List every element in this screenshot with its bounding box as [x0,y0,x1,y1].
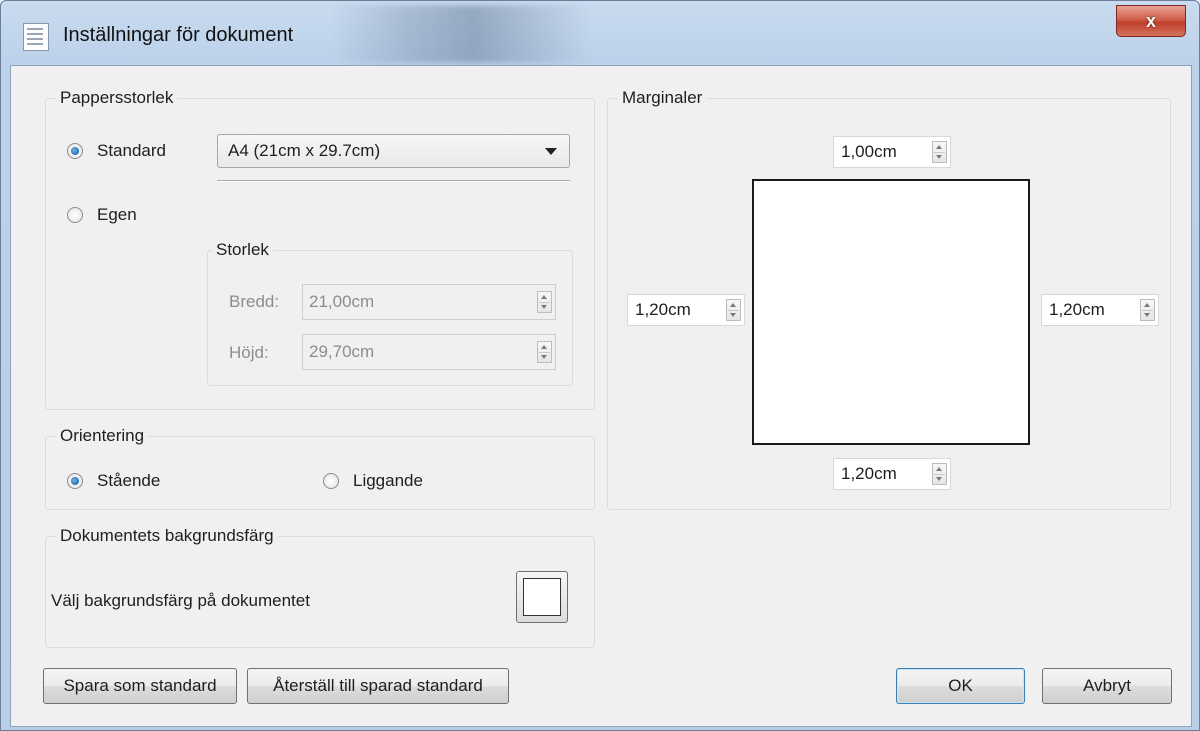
window-title: Inställningar för dokument [63,24,294,46]
width-spinner-arrows-icon[interactable] [537,291,552,313]
top-margin-spinbox[interactable]: 1,00cm [833,136,951,168]
top-margin-value: 1,00cm [841,142,897,161]
height-spinner-arrows-icon[interactable] [537,341,552,363]
margins-group-label: Marginaler [618,88,707,108]
size-subgroup-label: Storlek [212,240,273,260]
background-color-prompt: Välj bakgrundsfärg på dokumentet [51,591,310,610]
left-margin-spinner-arrows-icon[interactable] [726,299,741,321]
bottom-margin-value: 1,20cm [841,464,897,483]
restore-saved-default-button[interactable]: Återställ till sparad standard [247,668,509,704]
landscape-radio-button[interactable] [323,473,339,489]
background-color-button[interactable] [516,571,568,623]
right-margin-value: 1,20cm [1049,300,1105,319]
standard-radio-option[interactable]: Standard [67,138,166,164]
document-icon [23,23,49,51]
paper-size-group-label: Pappersstorlek [56,88,178,108]
width-value: 21,00cm [309,292,375,311]
height-label: Höjd: [229,343,269,362]
portrait-radio-option[interactable]: Stående [67,468,160,494]
width-spinbox[interactable]: 21,00cm [302,284,556,320]
bottom-margin-spinbox[interactable]: 1,20cm [833,458,951,490]
right-margin-spinbox[interactable]: 1,20cm [1041,294,1159,326]
paper-size-dropdown-value: A4 (21cm x 29.7cm) [228,141,381,160]
top-margin-spinner-arrows-icon[interactable] [932,141,947,163]
custom-radio-label[interactable]: Egen [97,205,137,225]
paper-size-dropdown[interactable]: A4 (21cm x 29.7cm) [217,134,570,168]
dialog-body: Pappersstorlek Standard A4 (21cm x 29.7c… [10,65,1192,727]
page-preview [752,179,1030,445]
standard-radio-button[interactable] [67,143,83,159]
cancel-button[interactable]: Avbryt [1042,668,1172,704]
portrait-radio-label[interactable]: Stående [97,471,160,491]
custom-radio-option[interactable]: Egen [67,202,137,228]
standard-radio-label[interactable]: Standard [97,141,166,161]
landscape-radio-label[interactable]: Liggande [353,471,423,491]
paper-size-separator [217,180,570,182]
close-button[interactable]: x [1116,5,1186,37]
title-bar[interactable]: Inställningar för dokument x [1,1,1199,73]
dialog-window: Inställningar för dokument x Pappersstor… [0,0,1200,731]
portrait-radio-button[interactable] [67,473,83,489]
height-spinbox[interactable]: 29,70cm [302,334,556,370]
chevron-down-icon [545,148,557,155]
height-value: 29,70cm [309,342,375,361]
width-label: Bredd: [229,292,280,311]
background-color-group-label: Dokumentets bakgrundsfärg [56,526,278,546]
color-swatch-icon [523,578,561,616]
ok-button[interactable]: OK [896,668,1025,704]
left-margin-value: 1,20cm [635,300,691,319]
save-as-default-button[interactable]: Spara som standard [43,668,237,704]
bottom-margin-spinner-arrows-icon[interactable] [932,463,947,485]
right-margin-spinner-arrows-icon[interactable] [1140,299,1155,321]
orientation-group-label: Orientering [56,426,149,446]
title-bar-background-blur [331,5,591,63]
left-margin-spinbox[interactable]: 1,20cm [627,294,745,326]
landscape-radio-option[interactable]: Liggande [323,468,423,494]
custom-radio-button[interactable] [67,207,83,223]
